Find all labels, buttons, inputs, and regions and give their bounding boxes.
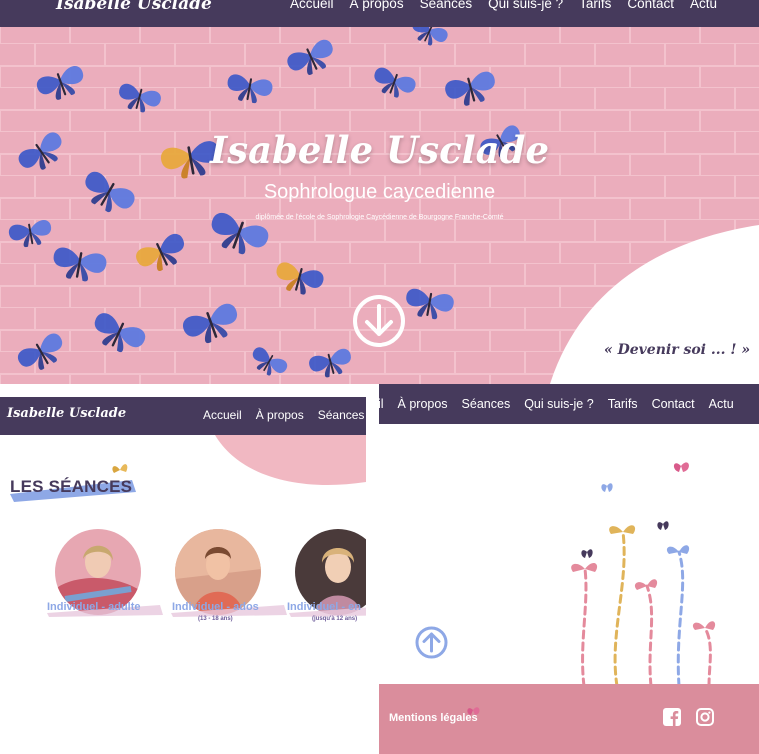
site-footer: Mentions légales: [379, 684, 759, 754]
site-logo[interactable]: Isabelle Usclade: [7, 406, 126, 421]
nav-qui-suis-je[interactable]: Qui suis-je ?: [488, 0, 563, 11]
seances-section: Isabelle Usclade Accueil À propos Séance…: [0, 397, 366, 754]
right-nav: eil À propos Séances Qui suis-je ? Tarif…: [379, 397, 734, 411]
seances-nav: Accueil À propos Séances C: [203, 408, 366, 422]
site-logo[interactable]: Isabelle Usclade: [56, 0, 212, 14]
card-label: Individuel - ados: [172, 601, 259, 613]
nav-a-propos[interactable]: À propos: [350, 0, 404, 11]
hero-tagline: « Devenir soi ... ! »: [604, 342, 751, 358]
footer-section: eil À propos Séances Qui suis-je ? Tarif…: [379, 384, 759, 754]
nav-actu[interactable]: Actu: [709, 397, 734, 411]
seance-card-adulte[interactable]: Individuel - adulte: [47, 529, 185, 629]
nav-a-propos[interactable]: À propos: [256, 408, 304, 422]
main-nav: Accueil À propos Séances Qui suis-je ? T…: [290, 0, 717, 11]
nav-tarifs[interactable]: Tarifs: [579, 0, 611, 11]
butterfly-icon: [112, 464, 128, 473]
hero-section: Isabelle Usclade Accueil À propos Séance…: [0, 0, 759, 384]
nav-a-propos[interactable]: À propos: [398, 397, 448, 411]
seance-card-ados[interactable]: Individuel - ados (13 - 18 ans): [171, 529, 305, 629]
seances-title: LES SÉANCES: [10, 477, 133, 496]
nav-seances[interactable]: Séances: [318, 408, 365, 422]
hero-navbar: Isabelle Usclade Accueil À propos Séance…: [0, 0, 759, 27]
up-arrow-circle-icon[interactable]: [415, 626, 448, 659]
nav-accueil[interactable]: Accueil: [290, 0, 334, 11]
seances-navbar: Isabelle Usclade Accueil À propos Séance…: [0, 397, 366, 435]
right-navbar: eil À propos Séances Qui suis-je ? Tarif…: [379, 384, 759, 424]
nav-tarifs[interactable]: Tarifs: [608, 397, 638, 411]
nav-actu[interactable]: Actu: [690, 0, 717, 11]
card-label: Individuel - en: [287, 601, 361, 613]
nav-accueil-partial[interactable]: eil: [379, 397, 384, 411]
card-label: Individuel - adulte: [47, 601, 141, 613]
nav-qui-suis-je[interactable]: Qui suis-je ?: [524, 397, 593, 411]
down-arrow-circle-icon[interactable]: [352, 294, 406, 348]
hero-subtitle: Sophrologue caycedienne: [263, 181, 496, 203]
seances-heading: LES SÉANCES: [6, 452, 146, 502]
nav-contact[interactable]: Contact: [652, 397, 695, 411]
hero-diploma: diplômée de l'école de Sophrologie Caycé…: [255, 214, 504, 221]
card-sublabel: (13 - 18 ans): [198, 616, 233, 622]
nav-accueil[interactable]: Accueil: [203, 408, 242, 422]
butterfly-icon: [581, 462, 689, 558]
mentions-legales-link[interactable]: Mentions légales: [389, 712, 478, 724]
facebook-icon[interactable]: [663, 708, 681, 726]
seance-card-enfant[interactable]: Individuel - en (jusqu'à 12 ans): [287, 529, 366, 629]
card-sublabel: (jusqu'à 12 ans): [312, 616, 358, 622]
nav-contact[interactable]: Contact: [627, 0, 674, 11]
hero-title: Isabelle Usclade: [209, 128, 550, 172]
nav-seances[interactable]: Séances: [462, 397, 511, 411]
nav-seances[interactable]: Séances: [420, 0, 473, 11]
instagram-icon[interactable]: [696, 708, 714, 726]
